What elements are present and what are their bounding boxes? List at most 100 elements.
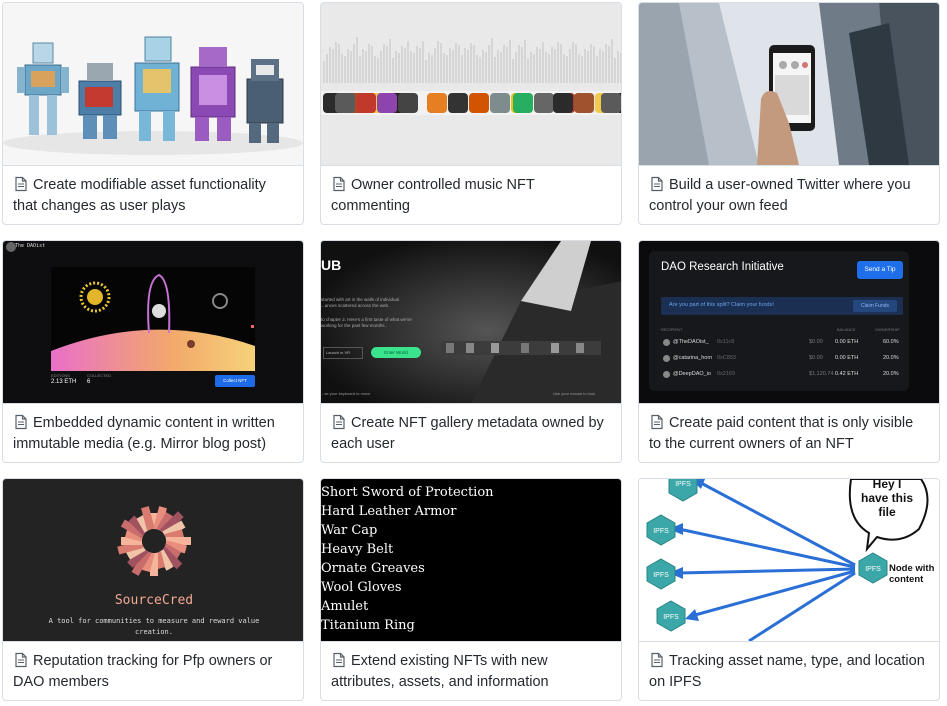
card-nft-gallery[interactable]: UB started with art in the walls of indi… xyxy=(320,240,622,463)
card-caption: Owner controlled music NFT commenting xyxy=(321,165,621,224)
ipfs-node-label: IPFS xyxy=(653,528,669,535)
avatar xyxy=(663,339,670,346)
ipfs-diagram-image: IPFS IPFS IPFS IPFS IPFS Hey I have this… xyxy=(639,479,939,641)
claim-banner: Are you part of this split? Claim your f… xyxy=(669,302,774,308)
document-icon xyxy=(333,176,345,192)
loot-item: Hard Leather Armor xyxy=(321,504,457,519)
card-embedded-dynamic-content[interactable]: The DAOist EDITIONS 2.13 ETH COLLECTED 6… xyxy=(2,240,304,463)
ownership-percent: 20.0% xyxy=(883,355,899,361)
card-caption: Extend existing NFTs with new attributes… xyxy=(321,641,621,700)
card-paid-content[interactable]: DAO Research Initiative Send a Tip Are y… xyxy=(638,240,940,463)
card-caption: Create NFT gallery metadata owned by eac… xyxy=(321,403,621,462)
col-ownership: OWNERSHIP xyxy=(875,327,900,332)
loot-item: Titanium Ring xyxy=(321,618,415,633)
recipient-name: @catarina_horn xyxy=(673,355,713,361)
recipient-address: 0x2169 xyxy=(717,371,736,377)
card-caption: Build a user-owned Twitter where you con… xyxy=(639,165,939,224)
document-icon xyxy=(15,176,27,192)
claim-funds-button: Claim Funds xyxy=(853,300,897,312)
card-user-owned-twitter[interactable]: Build a user-owned Twitter where you con… xyxy=(638,2,940,225)
vr-line-2: ...ances scattered across the web. xyxy=(321,303,390,308)
vr-input: Launch in VR xyxy=(323,347,363,359)
document-icon xyxy=(333,652,345,668)
card-caption: Reputation tracking for Pfp owners or DA… xyxy=(3,641,303,700)
avatar xyxy=(663,355,670,362)
mirror-post-image: The DAOist EDITIONS 2.13 ETH COLLECTED 6… xyxy=(3,241,303,403)
loot-item: Heavy Belt xyxy=(321,542,394,557)
document-icon xyxy=(651,414,663,430)
card-reputation-tracking[interactable]: SourceCred A tool for communities to mea… xyxy=(2,478,304,701)
ipfs-node-label: IPFS xyxy=(675,481,691,488)
card-extend-nfts[interactable]: Short Sword of Protection Hard Leather Ar… xyxy=(320,478,622,701)
balance-eth: 0.00 ETH xyxy=(835,339,859,345)
document-icon xyxy=(15,414,27,430)
stat-value-collected: 6 xyxy=(87,379,91,385)
loot-item: Wool Gloves xyxy=(321,580,402,595)
card-caption: Tracking asset name, type, and location … xyxy=(639,641,939,700)
ownership-percent: 60.0% xyxy=(883,339,899,345)
document-icon xyxy=(651,176,663,192)
sourcecred-tagline-2: creation. xyxy=(135,628,173,636)
node-caption: Node with content xyxy=(889,563,935,585)
post-author: The DAOist xyxy=(15,243,46,249)
vr-line-3: to chapter 2. Here's a first taste of wh… xyxy=(321,317,412,322)
ipfs-node-label: IPFS xyxy=(663,614,679,621)
loot-item: Amulet xyxy=(321,599,369,614)
sourcecred-tagline-1: A tool for communities to measure and re… xyxy=(48,617,260,625)
speech-bubble-text: Hey I have this file xyxy=(860,479,914,519)
recipient-address: 0xC853 xyxy=(717,355,736,361)
balance-eth: 0.00 ETH xyxy=(835,355,859,361)
split-heading: DAO Research Initiative xyxy=(661,261,784,273)
card-caption: Embedded dynamic content in written immu… xyxy=(3,403,303,462)
card-title: Create paid content that is only visible… xyxy=(649,415,914,452)
music-waveform-image xyxy=(321,3,621,165)
card-title: Owner controlled music NFT commenting xyxy=(331,177,535,214)
phone-city-image xyxy=(639,3,939,165)
balance-usd: $0.00 xyxy=(809,339,823,345)
document-icon xyxy=(333,414,345,430)
card-music-nft[interactable]: Owner controlled music NFT commenting xyxy=(320,2,622,225)
split-dashboard-image: DAO Research Initiative Send a Tip Are y… xyxy=(639,241,939,403)
recipient-address: 0x11c8 xyxy=(717,339,735,345)
card-ipfs-tracking[interactable]: IPFS IPFS IPFS IPFS IPFS Hey I have this… xyxy=(638,478,940,701)
balance-usd: $0.00 xyxy=(809,355,823,361)
col-balance: BALANCE xyxy=(837,327,856,332)
balance-usd: $1,120.74 xyxy=(809,371,834,377)
collect-nft-button: Collect NFT xyxy=(215,375,255,387)
sourcecred-brand: SourceCred xyxy=(114,593,194,608)
recipient-name: @DeepDAO_io xyxy=(673,371,711,377)
stat-label-editions: EDITIONS xyxy=(51,373,70,378)
loot-item: War Cap xyxy=(321,523,378,538)
card-caption: Create paid content that is only visible… xyxy=(639,403,939,462)
loot-item: Ornate Greaves xyxy=(321,561,425,576)
col-recipient: RECIPIENT xyxy=(661,327,683,332)
vr-line-4: working for the past few months. xyxy=(321,323,386,328)
avatar xyxy=(663,371,670,378)
card-title: Extend existing NFTs with new attributes… xyxy=(331,653,549,690)
loot-list-image: Short Sword of Protection Hard Leather Ar… xyxy=(321,479,621,641)
card-title: Build a user-owned Twitter where you con… xyxy=(649,177,911,214)
enter-world-button: Enter World xyxy=(371,347,421,358)
card-modifiable-asset[interactable]: Create modifiable asset functionality th… xyxy=(2,2,304,225)
vr-line-1: started with art in the walls of individ… xyxy=(321,297,400,302)
stat-label-collected: COLLECTED xyxy=(87,373,112,378)
ownership-percent: 20.0% xyxy=(883,371,899,377)
ipfs-node-label: IPFS xyxy=(865,566,881,573)
ipfs-node-label: IPFS xyxy=(653,572,669,579)
card-title: Embedded dynamic content in written immu… xyxy=(13,415,275,452)
card-caption: Create modifiable asset functionality th… xyxy=(3,165,303,224)
vr-gallery-image: UB started with art in the walls of indi… xyxy=(321,241,621,403)
vr-foot-right: Use your mouse to look xyxy=(553,391,596,396)
send-tip-button: Send a Tip xyxy=(857,261,903,279)
recipient-name: @TheDAOist_ xyxy=(673,339,709,345)
vr-foot-left: ...se your keyboard to move xyxy=(321,391,371,396)
balance-eth: 0.42 ETH xyxy=(835,371,859,377)
document-icon xyxy=(15,652,27,668)
robots-image xyxy=(3,3,303,165)
loot-item: Short Sword of Protection xyxy=(321,485,494,500)
stat-value-editions: 2.13 ETH xyxy=(51,379,77,385)
sourcecred-image: SourceCred A tool for communities to mea… xyxy=(3,479,303,641)
card-title: Tracking asset name, type, and location … xyxy=(649,653,925,690)
document-icon xyxy=(651,652,663,668)
card-title: Reputation tracking for Pfp owners or DA… xyxy=(13,653,273,690)
